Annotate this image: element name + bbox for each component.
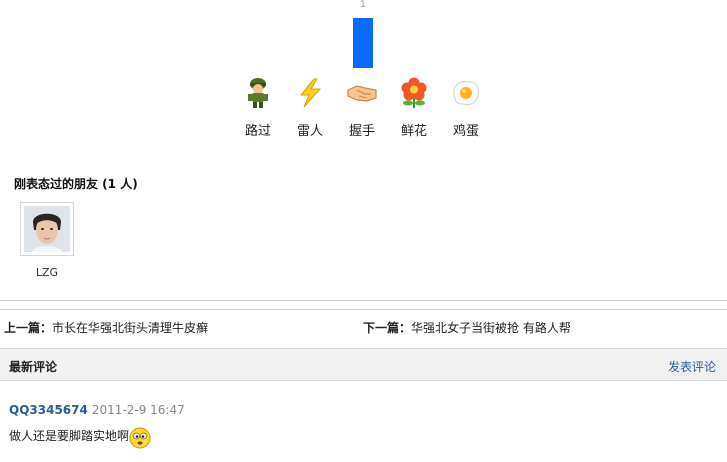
next-label: 下一篇： (363, 321, 412, 335)
vote-bar (353, 18, 373, 68)
reaction-label: 路过 (244, 124, 271, 139)
smiley-icon (129, 427, 151, 449)
flower-icon (401, 77, 427, 108)
post-comment-link[interactable]: 发表评论 (668, 358, 716, 375)
friends-title: 刚表态过的朋友 (1 人) (14, 177, 138, 191)
comments-title: 最新评论 (9, 360, 58, 374)
prev-label: 上一篇： (4, 321, 53, 335)
prev-article-link[interactable]: 市长在华强北街头清理牛皮癣 (52, 321, 208, 335)
divider (0, 300, 727, 301)
next-article-link[interactable]: 华强北女子当街被抢 有路人帮 (411, 321, 571, 335)
comment-meta: QQ3345674 2011-2-9 16:47 (9, 403, 185, 417)
reaction-flower[interactable]: 鲜花 (392, 76, 436, 139)
reaction-label: 握手 (348, 124, 375, 139)
comment-user-link[interactable]: QQ3345674 (9, 403, 88, 417)
reaction-label: 鸡蛋 (452, 124, 479, 139)
reaction-label: 鲜花 (400, 124, 427, 139)
comment-time: 2011-2-9 16:47 (91, 403, 185, 417)
handshake-icon (347, 85, 377, 102)
friend-name[interactable]: LZG (20, 266, 74, 279)
reaction-handshake[interactable]: 握手 (340, 76, 384, 139)
comment-text: 做人还是要脚踏实地啊 (9, 429, 130, 443)
vote-count: 1 (360, 0, 366, 10)
reaction-egg[interactable]: 鸡蛋 (444, 76, 488, 139)
egg-icon (453, 80, 480, 106)
lightning-icon (299, 78, 322, 108)
reaction-label: 雷人 (296, 124, 323, 139)
avatar[interactable] (20, 202, 74, 256)
reaction-passby[interactable]: 路过 (236, 76, 280, 139)
friend-item[interactable]: LZG (20, 202, 74, 279)
divider (0, 309, 727, 310)
reaction-thunder[interactable]: 雷人 (288, 76, 332, 139)
prev-article: 上一篇：市长在华强北街头清理牛皮癣 (4, 319, 208, 336)
comments-header: 最新评论 发表评论 (0, 348, 727, 381)
soldier-icon (248, 78, 268, 108)
next-article: 下一篇：华强北女子当街被抢 有路人帮 (363, 319, 571, 336)
avatar-image (24, 206, 70, 252)
